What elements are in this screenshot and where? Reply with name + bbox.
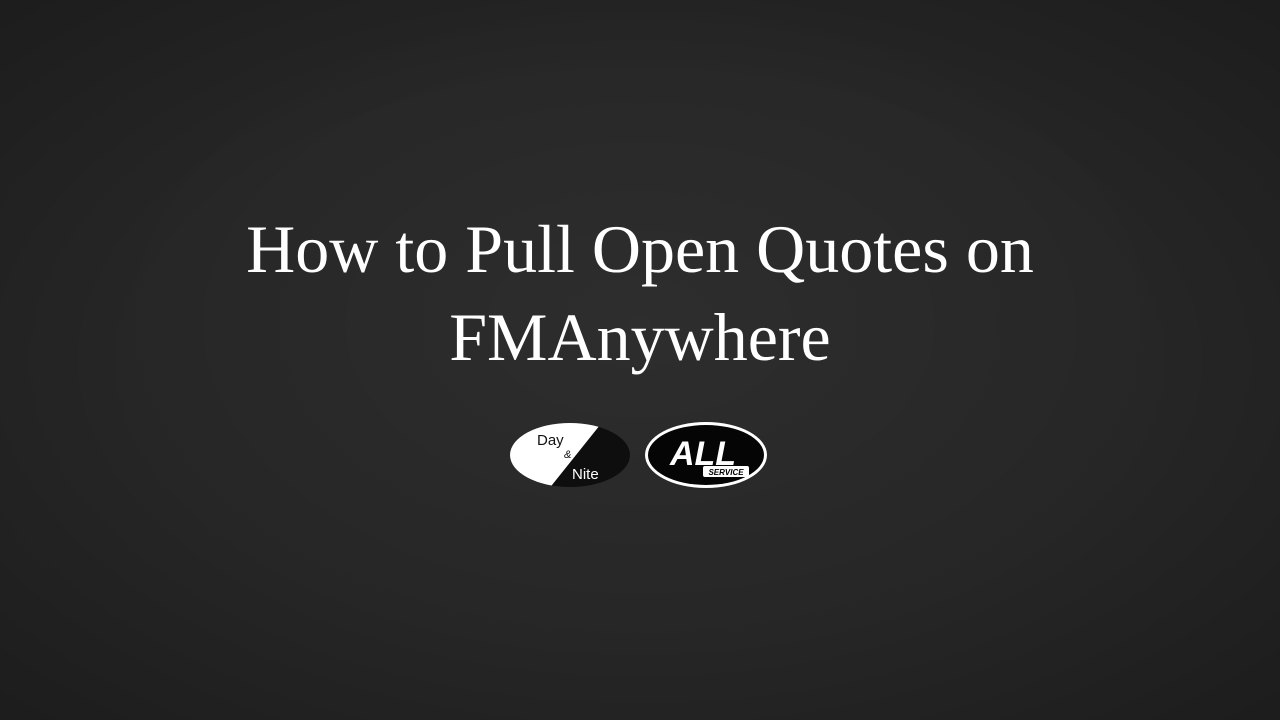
daynite-word-day: Day [537, 432, 564, 449]
logo-group: Day & Nite ALL SERVICE [505, 418, 775, 492]
day-and-nite-logo-icon: Day & Nite [510, 423, 630, 487]
slide-title: How to Pull Open Quotes on FMAnywhere [140, 205, 1140, 381]
slide: How to Pull Open Quotes on FMAnywhere Da… [0, 0, 1280, 720]
slide-title-line-1: How to Pull Open Quotes on [246, 211, 1034, 287]
allservice-sub-text: SERVICE [708, 468, 744, 477]
daynite-ampersand: & [564, 449, 571, 461]
daynite-word-nite: Nite [572, 466, 599, 483]
all-service-logo-icon: ALL SERVICE [645, 422, 767, 488]
slide-title-line-2: FMAnywhere [449, 299, 831, 375]
